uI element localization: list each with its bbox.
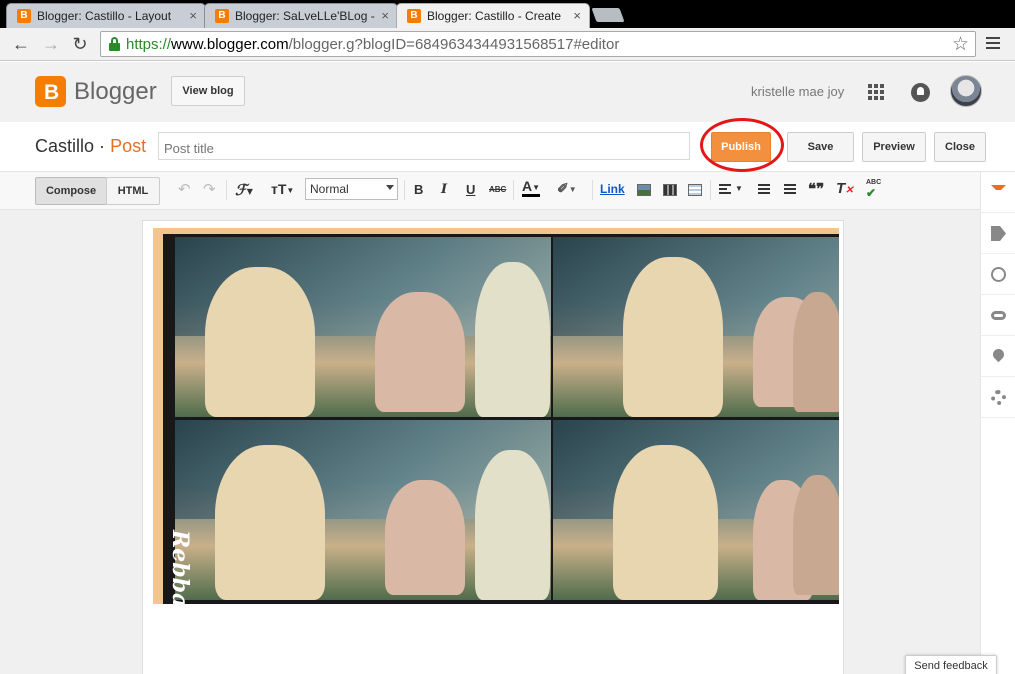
clock-icon bbox=[991, 267, 1006, 282]
bulleted-list-icon[interactable] bbox=[784, 184, 796, 196]
options-button[interactable] bbox=[981, 377, 1015, 418]
tab-salvelle-blog[interactable]: B Blogger: SaLveLLe'BLog - × bbox=[204, 3, 398, 28]
blogger-header: B Blogger View blog kristelle mae joy bbox=[0, 62, 1015, 122]
browser-tab-strip: B Blogger: Castillo - Layout × B Blogger… bbox=[0, 0, 1015, 28]
url-text: https://www.blogger.com/blogger.g?blogID… bbox=[126, 36, 620, 53]
avatar[interactable] bbox=[950, 75, 982, 107]
strikethrough-icon[interactable]: ABC bbox=[489, 185, 506, 194]
numbered-list-icon[interactable] bbox=[758, 184, 770, 196]
back-arrow-icon[interactable]: ← bbox=[10, 34, 32, 55]
gear-icon bbox=[991, 390, 1006, 405]
location-pin-icon bbox=[990, 346, 1007, 363]
collapse-panel-toggle[interactable] bbox=[981, 172, 1015, 213]
close-tab-icon[interactable]: × bbox=[381, 8, 389, 23]
text-color-icon[interactable]: A▼ bbox=[522, 179, 541, 197]
photo-panel bbox=[553, 420, 839, 600]
post-title-bar: Castillo · Post Publish Save Preview Clo… bbox=[0, 122, 1015, 172]
compose-mode-button[interactable]: Compose bbox=[35, 177, 107, 205]
underline-icon[interactable]: U bbox=[466, 182, 475, 197]
link-chain-icon bbox=[991, 311, 1006, 320]
location-button[interactable] bbox=[981, 336, 1015, 377]
lock-icon bbox=[109, 37, 120, 51]
quote-icon[interactable]: ❝❞ bbox=[808, 180, 824, 198]
paragraph-style-select[interactable]: Normal bbox=[305, 178, 398, 200]
send-feedback-button[interactable]: Send feedback bbox=[905, 655, 997, 674]
toolbar-divider bbox=[710, 180, 711, 200]
toolbar-divider bbox=[404, 180, 405, 200]
insert-image-icon[interactable] bbox=[637, 184, 651, 196]
toolbar-divider bbox=[592, 180, 593, 200]
html-mode-button[interactable]: HTML bbox=[106, 177, 160, 205]
blogger-favicon-icon: B bbox=[215, 9, 229, 23]
permalink-button[interactable] bbox=[981, 295, 1015, 336]
apps-grid-icon[interactable] bbox=[868, 84, 884, 100]
bookmark-star-icon[interactable]: ☆ bbox=[952, 33, 969, 56]
spellcheck-icon[interactable]: ABC ✔ bbox=[866, 179, 881, 200]
labels-button[interactable] bbox=[981, 213, 1015, 254]
highlight-color-icon[interactable]: ✐▼ bbox=[557, 180, 577, 197]
preview-button[interactable]: Preview bbox=[862, 132, 926, 162]
blogger-favicon-icon: B bbox=[17, 9, 31, 23]
jump-break-icon[interactable] bbox=[688, 184, 702, 196]
photo-panel bbox=[553, 237, 839, 417]
chevron-down-icon bbox=[386, 185, 394, 190]
photo-collage bbox=[163, 234, 839, 604]
italic-icon[interactable]: I bbox=[441, 182, 447, 197]
remove-formatting-icon[interactable]: T✕ bbox=[836, 180, 854, 197]
close-tab-icon[interactable]: × bbox=[189, 8, 197, 23]
tab-title: Blogger: Castillo - Create bbox=[427, 9, 562, 23]
tab-title: Blogger: Castillo - Layout bbox=[37, 9, 172, 23]
close-button[interactable]: Close bbox=[934, 132, 986, 162]
font-family-icon[interactable]: ℱ▼ bbox=[235, 181, 253, 199]
chevron-down-icon bbox=[991, 185, 1006, 200]
redo-icon[interactable]: ↷ bbox=[203, 180, 216, 198]
save-button[interactable]: Save bbox=[787, 132, 854, 162]
browser-toolbar: ← → ↻ https://www.blogger.com/blogger.g?… bbox=[0, 28, 1015, 61]
photo-panel bbox=[175, 420, 551, 600]
notifications-bell-icon[interactable] bbox=[911, 83, 930, 102]
post-title-input[interactable] bbox=[158, 132, 690, 160]
close-tab-icon[interactable]: × bbox=[573, 8, 581, 23]
highlight-circle-annotation bbox=[700, 118, 784, 172]
link-button[interactable]: Link bbox=[600, 182, 625, 196]
new-tab-button[interactable] bbox=[591, 8, 625, 22]
username: kristelle mae joy bbox=[751, 84, 845, 99]
tab-layout[interactable]: B Blogger: Castillo - Layout × bbox=[6, 3, 206, 28]
font-size-icon[interactable]: тT▼ bbox=[271, 181, 294, 197]
schedule-button[interactable] bbox=[981, 254, 1015, 295]
reload-icon[interactable]: ↻ bbox=[69, 34, 91, 55]
align-icon[interactable] bbox=[719, 184, 731, 196]
tab-title: Blogger: SaLveLLe'BLog - bbox=[235, 9, 375, 23]
forward-arrow-icon[interactable]: → bbox=[40, 34, 62, 55]
insert-video-icon[interactable] bbox=[663, 184, 677, 196]
blogger-logo-icon[interactable]: B bbox=[35, 76, 66, 107]
view-blog-button[interactable]: View blog bbox=[171, 76, 245, 106]
chrome-menu-icon[interactable] bbox=[986, 37, 1000, 52]
editor-toolbar: Compose HTML ↶ ↷ ℱ▼ тT▼ Normal B I U ABC… bbox=[0, 172, 980, 210]
align-dropdown-icon[interactable]: ▼ bbox=[735, 184, 743, 193]
toolbar-divider bbox=[513, 180, 514, 200]
post-settings-panel bbox=[980, 172, 1015, 674]
blog-name: Castillo · Post bbox=[35, 136, 147, 156]
address-bar[interactable]: https://www.blogger.com/blogger.g?blogID… bbox=[100, 31, 976, 57]
toolbar-divider bbox=[226, 180, 227, 200]
photo-watermark: Rebba bbox=[167, 530, 193, 608]
label-tag-icon bbox=[991, 226, 1006, 241]
bold-icon[interactable]: B bbox=[414, 182, 423, 197]
tab-create-post[interactable]: B Blogger: Castillo - Create × bbox=[396, 3, 590, 28]
post-image[interactable] bbox=[153, 228, 839, 604]
photo-panel bbox=[175, 237, 551, 417]
blogger-favicon-icon: B bbox=[407, 9, 421, 23]
brand-name: Blogger bbox=[74, 78, 157, 105]
undo-icon[interactable]: ↶ bbox=[178, 180, 191, 198]
